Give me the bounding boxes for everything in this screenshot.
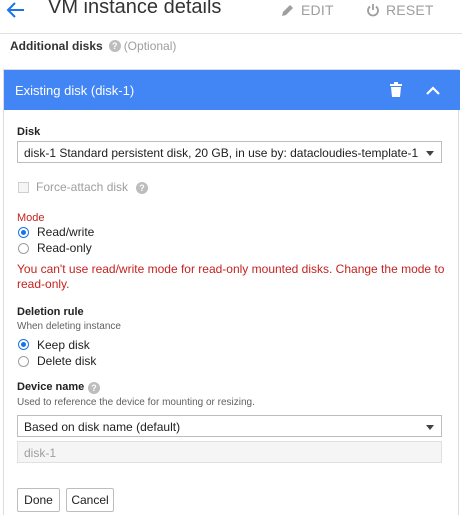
help-icon[interactable]: ?: [88, 382, 100, 394]
mode-label: Mode: [17, 212, 45, 224]
device-name-select-value: Based on disk name (default): [24, 420, 181, 434]
help-icon[interactable]: ?: [108, 40, 121, 52]
header-divider: [0, 33, 462, 34]
panel-header[interactable]: Existing disk (disk-1): [4, 70, 460, 110]
edit-label: EDIT: [301, 2, 334, 18]
additional-disks-label: Additional disks ? (Optional): [10, 39, 176, 53]
page-title: VM instance details: [48, 0, 222, 18]
disk-select[interactable]: disk-1 Standard persistent disk, 20 GB, …: [17, 141, 442, 163]
power-icon: [367, 4, 379, 17]
done-button[interactable]: Done: [17, 488, 60, 512]
trash-icon[interactable]: [389, 82, 403, 98]
help-icon[interactable]: ?: [136, 182, 148, 194]
device-name-value: disk-1: [24, 446, 57, 460]
mode-radio-read-only[interactable]: [18, 243, 29, 254]
mode-radio-read-write[interactable]: [18, 227, 29, 238]
deletion-option-delete: Delete disk: [37, 354, 97, 368]
mode-option-read-only: Read-only: [37, 241, 92, 255]
deletion-radio-delete[interactable]: [18, 356, 29, 367]
disk-select-value: disk-1 Standard persistent disk, 20 GB, …: [24, 146, 419, 160]
top-bar: VM instance details EDIT RESET: [0, 0, 462, 30]
device-name-label: Device name: [17, 381, 85, 393]
chevron-up-icon[interactable]: [425, 83, 441, 97]
dropdown-caret-icon: [426, 425, 434, 430]
cancel-button[interactable]: Cancel: [66, 488, 114, 512]
deletion-rule-sub: When deleting instance: [17, 321, 121, 332]
reset-label: RESET: [386, 2, 434, 18]
device-name-input: disk-1: [17, 441, 442, 463]
edit-button[interactable]: EDIT: [281, 0, 334, 20]
force-attach-label: Force-attach disk: [36, 180, 129, 194]
additional-disks-text: Additional disks: [10, 39, 103, 53]
disk-label: Disk: [17, 126, 41, 138]
mode-error-message: You can't use read/write mode for read-o…: [17, 262, 445, 291]
device-name-select[interactable]: Based on disk name (default): [17, 415, 442, 437]
deletion-option-keep: Keep disk: [37, 338, 90, 352]
dropdown-caret-icon: [426, 151, 434, 156]
optional-text: (Optional): [123, 39, 177, 53]
deletion-radio-keep[interactable]: [18, 339, 29, 350]
device-name-sub: Used to reference the device for mountin…: [17, 397, 255, 408]
reset-button[interactable]: RESET: [366, 0, 434, 20]
panel-title: Existing disk (disk-1): [15, 83, 135, 98]
force-attach-checkbox[interactable]: [18, 182, 29, 193]
deletion-rule-label: Deletion rule: [17, 306, 84, 318]
back-arrow-icon[interactable]: [6, 1, 26, 19]
mode-option-read-write: Read/write: [37, 225, 95, 239]
pencil-icon: [282, 5, 293, 16]
